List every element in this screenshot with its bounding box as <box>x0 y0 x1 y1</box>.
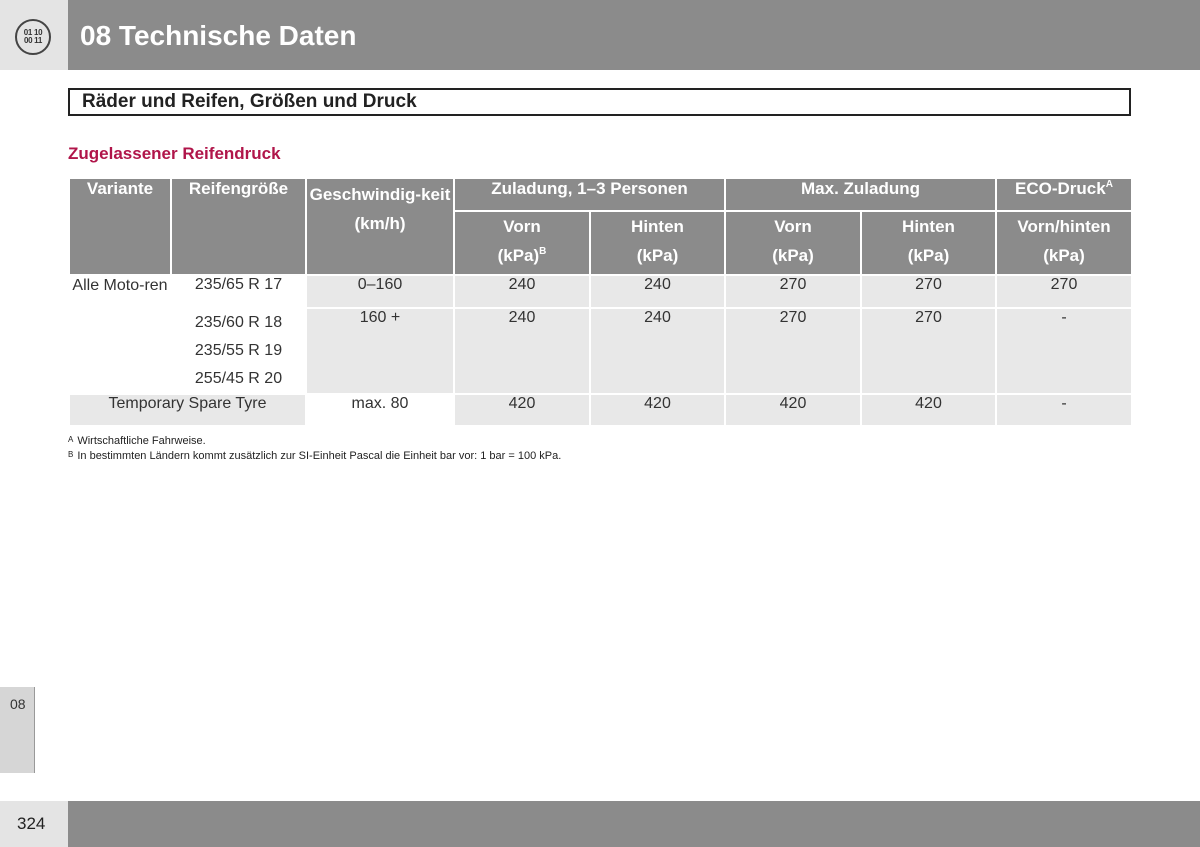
cell-value: 420 <box>724 393 862 427</box>
header-geschwindigkeit: Geschwindig-keit (km/h) <box>305 177 455 276</box>
cell-value: 420 <box>860 393 997 427</box>
header-variante: Variante <box>68 177 172 276</box>
cell-variante-alle-motoren: Alle Moto-ren <box>68 274 172 395</box>
cell-value: 240 <box>453 274 591 309</box>
chapter-icon-line-2: 00 11 <box>23 36 43 45</box>
table-row: Temporary Spare Tyre max. 80 420 420 420… <box>68 393 1133 427</box>
footnote-ref-a: A <box>1105 179 1113 190</box>
cell-value: 270 <box>860 274 997 309</box>
header-hinten-1-label: Hinten <box>631 217 684 236</box>
chapter-title: 08 Technische Daten <box>68 0 1200 70</box>
header-hinten-2-unit: (kPa) <box>907 246 950 265</box>
size-item: 255/45 R 20 <box>194 370 283 387</box>
cell-value: 240 <box>589 274 726 309</box>
cell-value: 270 <box>860 307 997 395</box>
cell-value: - <box>995 307 1133 395</box>
chapter-icon: 01 10 00 11 <box>15 19 51 55</box>
header-vorn-1-unit-text: (kPa) <box>497 246 540 265</box>
header-vorn-hinten-unit: (kPa) <box>1043 246 1085 265</box>
cell-value: 270 <box>995 274 1133 309</box>
footnote-ref-b: B <box>539 246 547 257</box>
header-vorn-1: Vorn (kPa)B <box>453 210 591 276</box>
header-vorn-1-unit: (kPa)B <box>455 241 589 270</box>
header-geschwindigkeit-label: Geschwindig-keit <box>309 185 451 204</box>
table-row: Alle Moto-ren 235/65 R 17 0–160 240 240 … <box>68 274 1133 395</box>
footnote-b-mark: B <box>68 450 74 459</box>
header-vorn-1-label: Vorn <box>503 217 541 236</box>
cell-value: 240 <box>589 307 726 395</box>
chapter-side-tab: 08 <box>0 687 35 773</box>
header-vorn-hinten-label: Vorn/hinten <box>1017 217 1111 236</box>
size-item: 235/55 R 19 <box>194 342 283 359</box>
header-geschwindigkeit-unit: (km/h) <box>354 214 406 233</box>
footer-bar <box>68 801 1200 847</box>
cell-value: 420 <box>453 393 591 427</box>
header-reifengroesse: Reifengröße <box>170 177 307 276</box>
footnote-b: B In bestimmten Ländern kommt zusätzlich … <box>68 448 561 463</box>
cell-value: - <box>995 393 1133 427</box>
header-hinten-1-unit: (kPa) <box>636 246 679 265</box>
cell-speed: 160 + <box>305 307 455 395</box>
footnote-b-text: In bestimmten Ländern kommt zusätzlich z… <box>77 450 562 462</box>
header-vorn-2-unit: (kPa) <box>772 246 814 265</box>
cell-speed: 0–160 <box>305 274 455 309</box>
cell-value: 270 <box>724 274 862 309</box>
tire-pressure-table: Variante Reifengröße Geschwindig-keit (k… <box>68 177 1133 427</box>
page-number: 324 <box>0 801 68 847</box>
table-row: 235/60 R 18 235/55 R 19 255/45 R 20 160 … <box>69 307 1133 395</box>
cell-size: 235/65 R 17 <box>170 274 307 309</box>
footnotes: A Wirtschaftliche Fahrweise. B In bestimmt… <box>68 433 561 463</box>
header-hinten-1: Hinten (kPa) <box>589 210 726 276</box>
footnote-a-mark: A <box>68 435 74 444</box>
header-vorn-2-label: Vorn <box>774 217 812 236</box>
header-vorn-2: Vorn (kPa) <box>724 210 862 276</box>
cell-variante-spare: Temporary Spare Tyre <box>68 393 307 427</box>
header-vorn-hinten: Vorn/hinten (kPa) <box>995 210 1133 276</box>
header-eco-label: ECO-Druck <box>1015 179 1106 198</box>
cell-sizes: 235/60 R 18 235/55 R 19 255/45 R 20 <box>170 307 307 395</box>
cell-value: 420 <box>589 393 726 427</box>
header-eco-group: ECO-DruckA <box>995 177 1133 212</box>
cell-value: 270 <box>724 307 862 395</box>
header-zuladung-group: Zuladung, 1–3 Personen <box>453 177 726 212</box>
cell-value: 240 <box>453 307 591 395</box>
footnote-a: A Wirtschaftliche Fahrweise. <box>68 433 561 448</box>
header-hinten-2: Hinten (kPa) <box>860 210 997 276</box>
header-left-block: 01 10 00 11 <box>0 0 68 70</box>
header-max-zuladung-group: Max. Zuladung <box>724 177 997 212</box>
size-item: 235/60 R 18 <box>194 314 283 331</box>
cell-speed: max. 80 <box>305 393 455 427</box>
header-hinten-2-label: Hinten <box>902 217 955 236</box>
subtitle: Zugelassener Reifendruck <box>68 144 281 163</box>
section-title: Räder und Reifen, Größen und Druck <box>68 88 1131 116</box>
footnote-a-text: Wirtschaftliche Fahrweise. <box>77 435 206 447</box>
